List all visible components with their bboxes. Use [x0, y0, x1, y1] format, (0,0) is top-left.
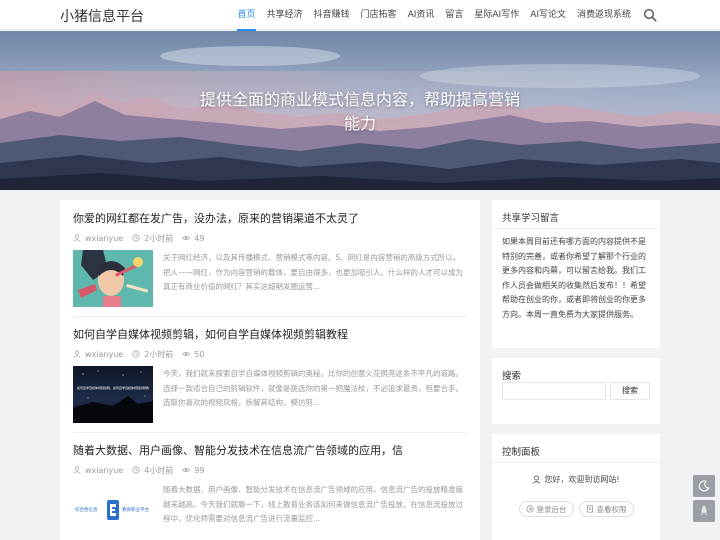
dark-mode-button[interactable] [693, 475, 715, 497]
nav-item-store-customers[interactable]: 门店拓客 [355, 0, 402, 30]
post-thumbnail[interactable] [73, 250, 153, 307]
moon-icon [698, 480, 710, 492]
notice-widget: 共享学习留言 如果本周目前还有哪方面的内容提供不是特别的完善，或者你希望了解那个… [492, 200, 660, 348]
search-widget-title: 搜索 [502, 371, 522, 382]
post-excerpt: 今天，我们就来探索自学自媒体视频剪辑的奥秘。比你的创意火花照亮这条不平凡的道路。… [163, 369, 463, 407]
view-permissions-button[interactable]: 查看权限 [578, 501, 634, 517]
control-buttons: 登录后台 查看权限 [492, 501, 660, 517]
clock-icon [132, 234, 140, 242]
nav-item-douyin-money[interactable]: 抖音赚钱 [308, 0, 355, 30]
divider [492, 462, 660, 463]
list-item: 随着大数据、用户画像、智能分发技术在信息流广告领域的应用，信 wxianyue … [73, 442, 467, 539]
post-body: 如何自学自媒体视频剪辑，如何自学自媒体视频剪辑教程 今天，我们就来探索自学自媒体… [73, 366, 467, 426]
post-thumbnail[interactable]: 综合性信息 教育职业平台 [73, 482, 153, 539]
nav-item-ai-news[interactable]: AI资讯 [402, 0, 440, 30]
hero-headline-line1: 提供全面的商业模式信息内容，帮助提高营销 [199, 90, 520, 109]
search-button[interactable]: 搜索 [610, 382, 650, 400]
user-icon [533, 475, 541, 484]
post-author[interactable]: wxianyue [85, 350, 123, 359]
makeup-illustration-image [73, 250, 153, 307]
post-title[interactable]: 如何自学自媒体视频剪辑，如何自学自媒体视频剪辑教程 [73, 326, 467, 342]
back-to-top-button[interactable] [693, 500, 715, 522]
divider [73, 432, 467, 433]
clock-icon [132, 350, 140, 358]
post-time: 2小时前 [144, 233, 174, 243]
hero-headline: 提供全面的商业模式信息内容，帮助提高营销 能力 [160, 88, 560, 136]
document-icon [586, 505, 593, 513]
thumbnail-logo-text-left: 综合性信息 [75, 508, 98, 513]
post-time: 4小时前 [144, 465, 174, 475]
divider [73, 316, 467, 317]
post-body: 关于网红经济，以及其传播模式、营销模式等内容。S、网红是内容营销的高级方式所以，… [73, 250, 467, 310]
login-button-label: 登录后台 [536, 504, 567, 514]
control-panel-widget: 控制面板 您好，欢迎到访网站! 登录后台 查看权限 [492, 434, 660, 540]
post-meta: wxianyue 2小时前 49 [73, 232, 467, 244]
post-time: 2小时前 [144, 349, 174, 359]
brand-logo-icon [107, 500, 119, 520]
login-icon [525, 505, 534, 513]
list-item: 如何自学自媒体视频剪辑，如何自学自媒体视频剪辑教程 wxianyue 2小时前 … [73, 326, 467, 423]
post-author[interactable]: wxianyue [85, 234, 123, 243]
nav-item-guestbook[interactable]: 留言 [440, 0, 469, 30]
hero-banner: 提供全面的商业模式信息内容，帮助提高营销 能力 [0, 31, 720, 190]
user-icon [73, 234, 81, 242]
user-icon [73, 466, 81, 474]
thumbnail-logo-text-right: 教育职业平台 [122, 508, 149, 513]
post-body: 综合性信息 教育职业平台 随着大数据、用户画像、智能分发技术在信息流广告领域的应… [73, 482, 467, 540]
post-views: 99 [194, 465, 205, 475]
rocket-icon [700, 505, 708, 516]
main-nav: 首页 共享经济 抖音赚钱 门店拓客 AI资讯 留言 星际AI写作 AI写论文 消… [232, 0, 637, 31]
nav-item-ai-thesis[interactable]: AI写论文 [525, 0, 572, 30]
post-meta: wxianyue 4小时前 99 [73, 464, 467, 476]
hero-headline-line2: 能力 [343, 114, 376, 133]
control-panel-title: 控制面板 [502, 447, 541, 458]
nav-item-cashback[interactable]: 消费返现系统 [572, 0, 637, 30]
notice-text: 如果本周目前还有哪方面的内容提供不是特别的完善，或者你希望了解那个行业的更多内容… [502, 237, 646, 319]
post-meta: wxianyue 2小时前 50 [73, 348, 467, 360]
eye-icon [182, 235, 191, 241]
list-item: 你爱的网红都在发广告，没办法，原来的营销渠道不太灵了 wxianyue 2小时前… [73, 210, 467, 307]
eye-icon [182, 467, 191, 473]
eye-icon [182, 351, 191, 357]
nav-item-ai-writing[interactable]: 星际AI写作 [469, 0, 525, 30]
search-icon[interactable] [643, 8, 657, 22]
post-excerpt: 关于网红经济，以及其传播模式、营销模式等内容。S、网红是内容营销的高级方式所以，… [163, 253, 463, 291]
post-title[interactable]: 你爱的网红都在发广告，没办法，原来的营销渠道不太灵了 [73, 210, 467, 226]
view-permissions-label: 查看权限 [596, 504, 627, 514]
post-list: 你爱的网红都在发广告，没办法，原来的营销渠道不太灵了 wxianyue 2小时前… [60, 200, 480, 540]
welcome-message: 您好，欢迎到访网站! [492, 474, 660, 485]
user-icon [73, 350, 81, 358]
post-views: 50 [194, 349, 205, 359]
thumbnail-caption: 如何自学自媒体视频剪辑，如何自学自媒体视频剪辑教程 [77, 386, 149, 390]
night-sky-image [73, 366, 153, 423]
login-button[interactable]: 登录后台 [518, 501, 574, 517]
post-thumbnail[interactable]: 如何自学自媒体视频剪辑，如何自学自媒体视频剪辑教程 [73, 366, 153, 423]
site-title[interactable]: 小猪信息平台 [60, 6, 144, 26]
site-header: 小猪信息平台 首页 共享经济 抖音赚钱 门店拓客 AI资讯 留言 星际AI写作 … [0, 0, 720, 31]
post-excerpt: 随着大数据、用户画像、智能分发技术在信息流广告领域的应用，信息流广告的投放精准度… [163, 485, 463, 523]
divider [492, 228, 660, 229]
search-widget: 搜索 搜索 [492, 358, 660, 424]
search-input[interactable] [502, 382, 606, 400]
nav-item-sharing-economy[interactable]: 共享经济 [261, 0, 308, 30]
clock-icon [132, 466, 140, 474]
nav-item-home[interactable]: 首页 [232, 0, 261, 31]
post-title[interactable]: 随着大数据、用户画像、智能分发技术在信息流广告领域的应用，信 [73, 442, 467, 458]
post-author[interactable]: wxianyue [85, 466, 123, 475]
post-views: 49 [194, 233, 205, 243]
notice-widget-title: 共享学习留言 [502, 213, 560, 224]
welcome-text: 您好，欢迎到访网站! [544, 475, 620, 484]
